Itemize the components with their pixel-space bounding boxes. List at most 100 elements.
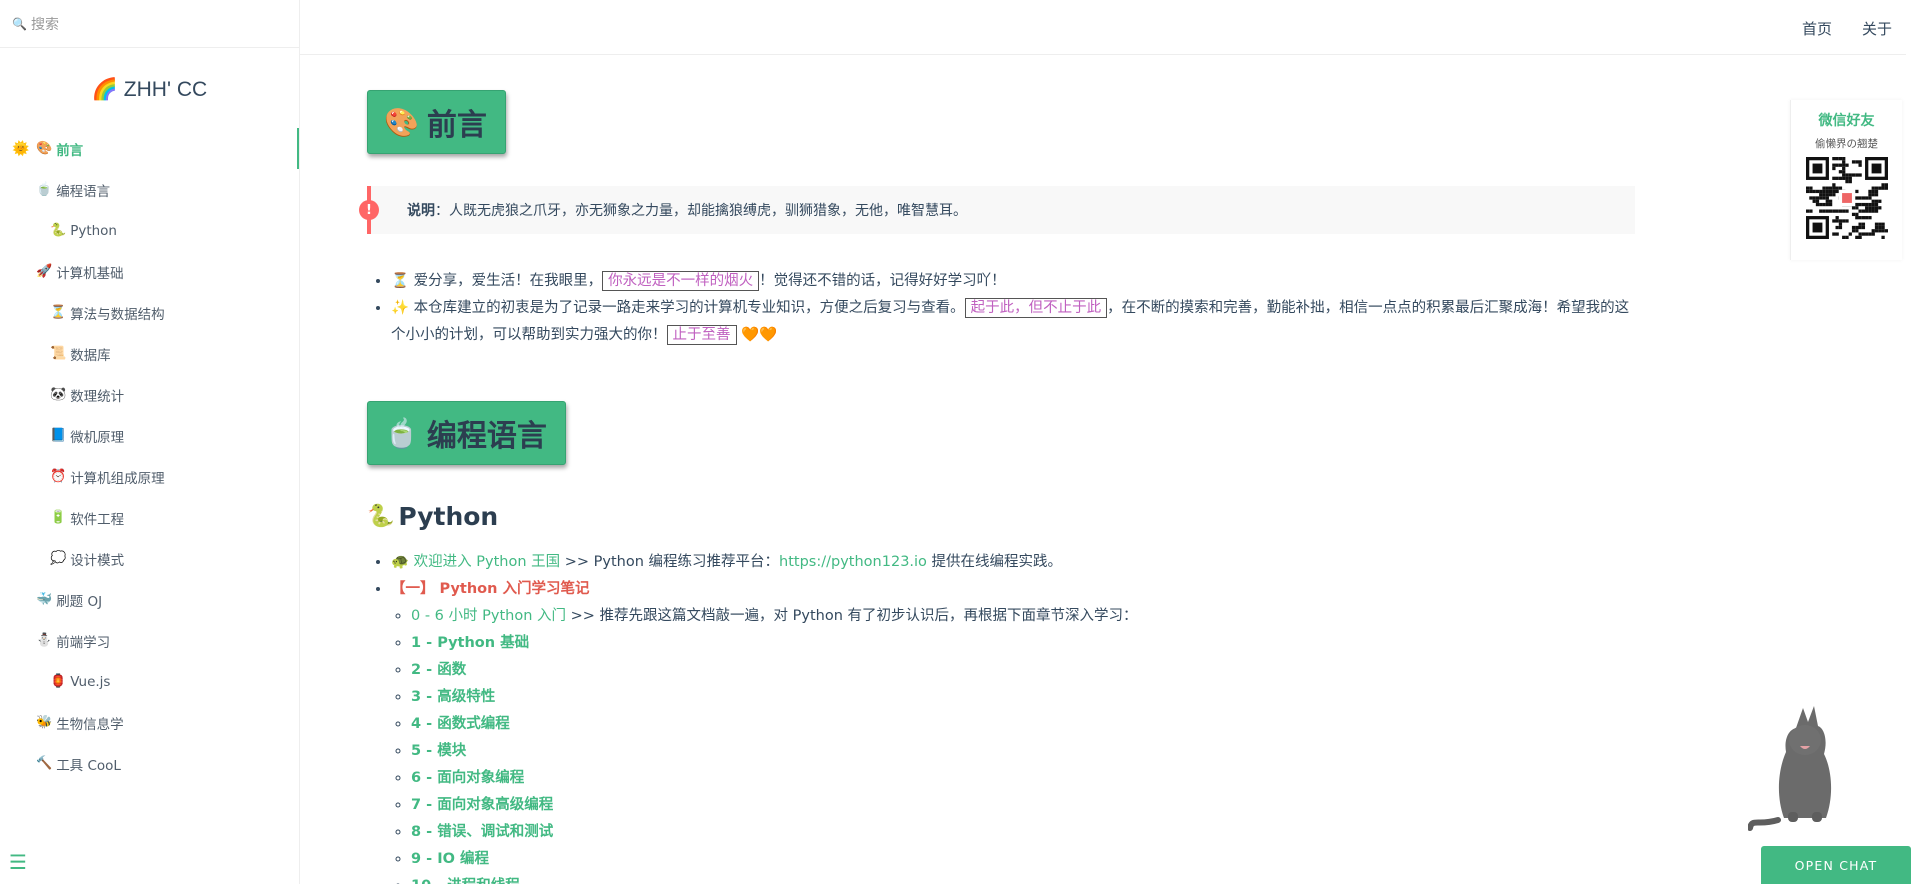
notes-chapter-link[interactable]: 5 - 模块 [411,743,466,759]
sidebar-item-label: Vue.js [70,673,111,690]
search-icon: 🔍 [12,16,27,31]
python-list: 🐢 欢迎进入 Python 王国 >> Python 编程练习推荐平台：http… [391,549,1635,884]
sidebar-item-emoji: 🍵 [36,182,53,197]
tip-label: 说明 [407,203,435,219]
python123-link[interactable]: https://python123.io [779,554,927,570]
sidebar-item-label: Python [70,222,117,239]
heading-lang-text: 编程语言 [426,419,547,454]
heading-programming-languages[interactable]: 🍵 编程语言 [367,401,566,465]
search-box[interactable]: 🔍 搜索 [0,0,299,48]
sidebar-item-label: 计算机组成原理 [70,470,165,487]
list-item: 0 - 6 小时 Python 入门 >> 推荐先跟这篇文档敲一遍，对 Pyth… [411,603,1635,630]
list-item: 【一】 Python 入门学习笔记 0 - 6 小时 Python 入门 >> … [391,576,1635,884]
notes-chapter-link[interactable]: 4 - 函数式编程 [411,716,510,732]
sidebar-item-emoji: 💭 [50,551,67,566]
sidebar-item[interactable]: 🔨 工具 CooL [0,743,299,784]
list-item: ✨ 本仓库建立的初衷是为了记录一路走来学习的计算机专业知识，方便之后复习与查看。… [391,295,1635,349]
sidebar-nav: 🌞 🎨 前言 🍵 编程语言 🐍 Python 🚀 计算机基础 ⏳ 算法与数据结构 📜 数据库 🐼 数理统计 📘… [0,128,299,784]
notes-chapter-link[interactable]: 8 - 错误、调试和测试 [411,824,553,840]
notes-link-intro[interactable]: 0 - 6 小时 Python 入门 [411,608,566,624]
sidebar-item-emoji: ⛄ [36,633,53,648]
notes-chapter-link[interactable]: 10 - 进程和线程 [411,878,520,884]
notes-chapter-link[interactable]: 2 - 函数 [411,662,466,678]
notes-chapter-link[interactable]: 9 - IO 编程 [411,851,489,867]
sidebar-item-emoji: 🐍 [50,223,67,238]
list-item: 5 - 模块 [411,738,1635,765]
sidebar-item-emoji: 📜 [50,346,67,361]
heading-python[interactable]: 🐍 Python [367,499,1635,533]
heading-preface[interactable]: 🎨 前言 [367,90,506,154]
wechat-card: 微信好友 偷懒界の翘楚 [1790,100,1902,260]
notes-chapter-link[interactable]: 3 - 高级特性 [411,689,495,705]
sidebar-item[interactable]: 🐍 Python [0,210,299,251]
notes-chapter-link[interactable]: 6 - 面向对象编程 [411,770,524,786]
list-item: 3 - 高级特性 [411,684,1635,711]
sidebar-item[interactable]: 🐼 数理统计 [0,374,299,415]
list-item: 8 - 错误、调试和测试 [411,819,1635,846]
list-item: 6 - 面向对象编程 [411,765,1635,792]
sidebar-item-emoji: 📘 [50,428,67,443]
sidebar-item[interactable]: 🚀 计算机基础 [0,251,299,292]
search-input[interactable]: 搜索 [31,14,59,34]
sidebar-item[interactable]: 💭 设计模式 [0,538,299,579]
sidebar-item[interactable]: 🏮 Vue.js [0,661,299,702]
list-item: ⏳ 爱分享，爱生活！在我眼里，你永远是不一样的烟火！觉得还不错的话，记得好好学习… [391,268,1635,295]
sidebar-item-label: 设计模式 [70,552,125,569]
sidebar-item[interactable]: ⏳ 算法与数据结构 [0,292,299,333]
top-nav: 首页 关于 [1802,18,1892,39]
cat-mascot-icon[interactable] [1748,700,1858,838]
list-item-text: ！觉得还不错的话，记得好好学习吖！ [759,273,1006,289]
hamburger-icon[interactable]: ☰ [9,852,27,872]
sidebar-item-label: 生物信息学 [56,716,124,733]
sidebar-item[interactable]: ⛄ 前端学习 [0,620,299,661]
sidebar-item-emoji: 🔋 [50,510,67,525]
nav-home-link[interactable]: 首页 [1802,18,1832,39]
heading-python-text: Python [398,501,499,531]
open-chat-button[interactable]: OPEN CHAT [1761,846,1911,884]
sidebar-item[interactable]: 🔋 软件工程 [0,497,299,538]
turtle-icon: 🐢 [391,554,410,570]
heading-preface-text: 前言 [426,108,487,143]
sidebar-item[interactable]: 📘 微机原理 [0,415,299,456]
sidebar-item-emoji: ⏳ [50,305,67,320]
wechat-title: 微信好友 [1818,113,1875,129]
top-divider [300,54,1906,55]
tip-text: ：人既无虎狼之爪牙，亦无狮象之力量，却能擒狼缚虎，驯狮猎象，无他，唯智慧耳。 [435,203,967,219]
sidebar-item[interactable]: ⏰ 计算机组成原理 [0,456,299,497]
sidebar-item-emoji: 🚀 [36,264,53,279]
sidebar-item-label: 数据库 [70,347,111,364]
sidebar-item[interactable]: 🌞 🎨 前言 [0,128,299,169]
alert-icon: ! [359,200,379,220]
notes-chapter-link[interactable]: 1 - Python 基础 [411,635,529,651]
list-item-text: 提供在线编程实践。 [926,554,1063,570]
sidebar-item-label: 软件工程 [70,511,125,528]
list-item-text: >> Python 编程练习推荐平台： [560,554,780,570]
highlight-text: 你永远是不一样的烟火 [602,271,760,291]
list-item: 9 - IO 编程 [411,846,1635,873]
sidebar-item-emoji: 🏮 [50,674,67,689]
list-item: 4 - 函数式编程 [411,711,1635,738]
sidebar-item-label: 前端学习 [56,634,111,651]
sidebar-item[interactable]: 🐝 生物信息学 [0,702,299,743]
sun-bullet-icon: 🌞 [12,140,30,157]
sidebar-item-emoji: 🐼 [50,387,67,402]
python-kingdom-link[interactable]: 欢迎进入 Python 王国 [414,554,560,570]
sidebar-item[interactable]: 📜 数据库 [0,333,299,374]
sidebar-item-emoji: 🐝 [36,715,53,730]
tip-callout: ! 说明 ：人既无虎狼之爪牙，亦无狮象之力量，却能擒狼缚虎，驯狮猎象，无他，唯智慧… [359,186,1635,234]
nav-about-link[interactable]: 关于 [1862,18,1892,39]
sidebar-item-label: 编程语言 [56,183,111,200]
wechat-subtitle: 偷懒界の翘楚 [1815,138,1878,150]
sidebar-item[interactable]: 🐳 刷题 OJ [0,579,299,620]
app-name[interactable]: 🌈 ZHH' CC [0,74,299,106]
list-item: 2 - 函数 [411,657,1635,684]
sidebar: 🔍 搜索 🌈 ZHH' CC 🌞 🎨 前言 🍵 编程语言 🐍 Python 🚀 计算机基础 ⏳ 算法… [0,0,300,884]
list-item-text: >> 推荐先跟这篇文档敲一遍，对 Python 有了初步认识后，再根据下面章节深… [566,608,1138,624]
intro-list: ⏳ 爱分享，爱生活！在我眼里，你永远是不一样的烟火！觉得还不错的话，记得好好学习… [391,268,1635,349]
sidebar-item-emoji: 🎨 [36,141,53,156]
sidebar-item[interactable]: 🍵 编程语言 [0,169,299,210]
snake-icon: 🐍 [367,503,395,529]
notes-sublist: 0 - 6 小时 Python 入门 >> 推荐先跟这篇文档敲一遍，对 Pyth… [411,603,1635,884]
notes-chapter-link[interactable]: 7 - 面向对象高级编程 [411,797,553,813]
sidebar-item-label: 计算机基础 [56,265,124,282]
